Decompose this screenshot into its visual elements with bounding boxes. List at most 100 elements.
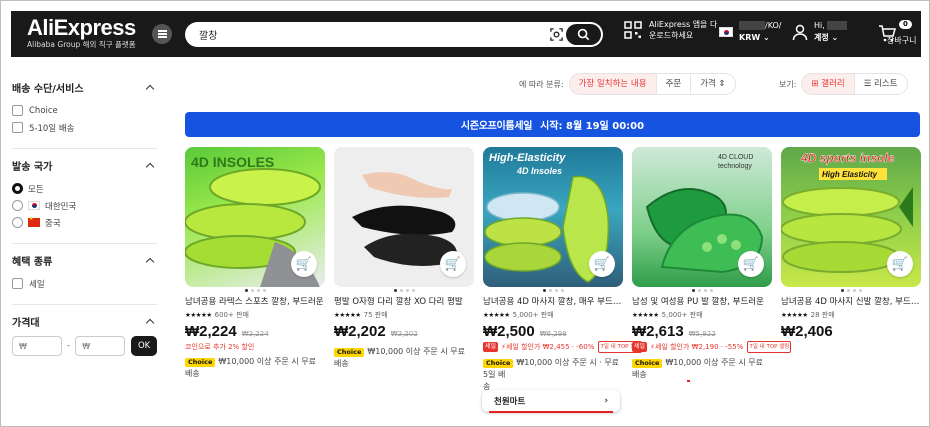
star-rating-icon: ★★★★★ <box>632 311 659 319</box>
product-title[interactable]: 남녀공용 4D 마사지 신발 깔창, 부드러운 <box>781 297 921 308</box>
filter-option-korea[interactable]: 대한민국 <box>12 197 157 214</box>
view-gallery-button[interactable]: ⊞ 갤러리 <box>802 74 855 94</box>
product-card[interactable]: 4D CLOUD technology 🛒 남성 및 여성용 PU 발 깔창, … <box>632 147 792 381</box>
product-image[interactable]: High-Elasticity 4D Insoles 🛒 <box>483 147 623 287</box>
filter-sidebar: 배송 수단/서비스 Choice 5-10일 배송 발송 국가 모든 대한민국 … <box>12 71 157 368</box>
filter-title: 배송 수단/서비스 <box>12 84 84 95</box>
product-card[interactable]: 4D INSOLES 🛒 남녀공용 라텍스 스포츠 깔창, 부드러운 ★★★★★… <box>185 147 325 380</box>
filter-benefit-header[interactable]: 혜택 종류 <box>12 253 157 268</box>
product-image[interactable]: 🛒 <box>334 147 474 287</box>
banner-start-text: 시작: 8월 19일 00:00 <box>540 121 645 132</box>
product-image[interactable]: 4D INSOLES 🛒 <box>185 147 325 287</box>
view-toggle: 보기: ⊞ 갤러리 ☰ 리스트 <box>779 73 908 95</box>
search-input[interactable] <box>199 25 529 44</box>
radio[interactable] <box>12 217 23 228</box>
product-image-label: High-Elasticity <box>489 152 566 164</box>
sale-deal: 세일 ⚡ 세일 할인가 ₩2,190 · -55% 7일 내 TOP 셀링 <box>632 341 792 353</box>
product-title[interactable]: 평발 O자형 다리 깔창 XO 다리 평발 <box>334 297 474 308</box>
product-card[interactable]: 4D sports insole High Elasticity 🛒 남녀공용 … <box>781 147 921 340</box>
add-to-cart-button[interactable]: 🛒 <box>440 251 466 277</box>
camera-search-icon[interactable] <box>549 27 564 42</box>
app-download-promo[interactable]: AliExpress 앱을 다운로드하세요 <box>624 19 721 41</box>
sort-best-match[interactable]: 가장 일치하는 내용 <box>569 74 657 94</box>
star-rating-icon: ★★★★★ <box>185 311 212 319</box>
list-icon: ☰ <box>863 79 872 89</box>
filter-shipping: 배송 수단/서비스 Choice 5-10일 배송 <box>12 71 157 149</box>
max-price-input[interactable] <box>75 336 126 356</box>
chevron-up-icon <box>145 257 155 267</box>
add-to-cart-button[interactable]: 🛒 <box>589 251 615 277</box>
search-bar <box>185 22 603 47</box>
search-button[interactable] <box>566 24 601 45</box>
product-image-label: 4D CLOUD <box>718 154 753 161</box>
shipping-info: Choice ₩10,000 이상 주문 시 무료 배송 <box>632 357 772 381</box>
checkbox[interactable] <box>12 105 23 116</box>
view-options: ⊞ 갤러리 ☰ 리스트 <box>801 73 908 95</box>
min-price-input[interactable] <box>12 336 62 356</box>
sort-price[interactable]: 가격 ⇕ <box>691 74 734 94</box>
radio[interactable] <box>12 200 23 211</box>
korea-flag-icon <box>719 27 733 37</box>
grid-icon: ⊞ <box>811 79 819 89</box>
image-pager <box>483 289 623 295</box>
sort-label: 에 따라 분류: <box>519 79 564 89</box>
chevron-up-icon <box>145 84 155 94</box>
sold-count: 28 판매 <box>810 311 835 319</box>
apply-price-button[interactable]: OK <box>131 336 157 356</box>
checkbox[interactable] <box>12 278 23 289</box>
deal-text: 세일 할인가 ₩2,455 · -60% <box>505 343 595 351</box>
add-cart-icon: 🛒 <box>444 256 462 272</box>
choice-badge: Choice <box>334 348 365 357</box>
filter-option-china[interactable]: 중국 <box>12 214 157 231</box>
filter-price-header[interactable]: 가격대 <box>12 314 157 329</box>
search-icon <box>577 28 590 41</box>
view-list-button[interactable]: ☰ 리스트 <box>855 74 907 94</box>
hamburger-icon <box>157 33 167 35</box>
shipping-text-2: 배송 <box>185 369 200 378</box>
product-image[interactable]: 4D CLOUD technology 🛒 <box>632 147 772 287</box>
original-price: ₩2,224 <box>241 330 269 338</box>
filter-origin-header[interactable]: 발송 국가 <box>12 158 157 173</box>
add-to-cart-button[interactable]: 🛒 <box>887 251 913 277</box>
chevron-right-icon: › <box>604 396 608 406</box>
product-title[interactable]: 남녀공용 4D 마사지 깔창, 매우 부드러운 <box>483 297 623 308</box>
product-card[interactable]: High-Elasticity 4D Insoles 🛒 남녀공용 4D 마사지… <box>483 147 643 393</box>
checkbox[interactable] <box>12 122 23 133</box>
filter-benefit: 혜택 종류 세일 <box>12 244 157 305</box>
filter-option-sale[interactable]: 세일 <box>12 275 157 292</box>
product-title[interactable]: 남녀공용 라텍스 스포츠 깔창, 부드러운 <box>185 297 325 308</box>
add-cart-icon: 🛒 <box>593 256 611 272</box>
sale-banner[interactable]: 시즌오프이름세일 시작: 8월 19일 00:00 <box>185 112 920 137</box>
korea-flag-icon <box>28 201 40 210</box>
view-label: 보기: <box>779 79 797 89</box>
filter-shipping-header[interactable]: 배송 수단/서비스 <box>12 80 157 95</box>
product-rating: ★★★★★ 600+ 판매 <box>185 310 325 320</box>
product-card[interactable]: 🛒 평발 O자형 다리 깔창 XO 다리 평발 ★★★★★ 75 판매 ₩2,20… <box>334 147 474 370</box>
add-to-cart-button[interactable]: 🛒 <box>738 251 764 277</box>
qr-code-icon <box>624 21 642 39</box>
store-link-popup[interactable]: 천원마트 › <box>482 390 620 412</box>
product-image[interactable]: 4D sports insole High Elasticity 🛒 <box>781 147 921 287</box>
filter-option-5-10-days[interactable]: 5-10일 배송 <box>12 119 157 136</box>
product-image-label: 4D INSOLES <box>191 154 274 170</box>
option-label: 중국 <box>45 218 61 229</box>
option-label: 세일 <box>29 279 45 290</box>
product-title[interactable]: 남성 및 여성용 PU 발 깔창, 부드러운 <box>632 297 772 308</box>
sort-orders[interactable]: 주문 <box>657 74 692 94</box>
image-pager <box>781 289 921 295</box>
app-promo-text: AliExpress 앱을 다운로드하세요 <box>649 20 718 40</box>
filter-option-all[interactable]: 모든 <box>12 180 157 197</box>
cart-count-badge: 0 <box>899 20 912 29</box>
add-to-cart-button[interactable]: 🛒 <box>291 251 317 277</box>
original-price: ₩2,202 <box>390 330 418 338</box>
filter-option-choice[interactable]: Choice <box>12 102 157 119</box>
original-price: ₩6,298 <box>539 330 567 338</box>
account-menu[interactable]: Hi, 계정 ⌄ <box>792 20 848 44</box>
category-menu-button[interactable] <box>152 24 172 44</box>
cart-button[interactable]: 0 장바구니 <box>866 18 921 52</box>
aliexpress-logo[interactable]: AliExpress Alibaba Group 해외 직구 플랫폼 <box>27 16 136 50</box>
sort-options: 가장 일치하는 내용 주문 가격 ⇕ <box>568 73 736 95</box>
radio-selected[interactable] <box>12 183 23 194</box>
language-currency-selector[interactable]: /KO/ KRW ⌄ <box>719 20 782 44</box>
chevron-down-icon: ⌄ <box>831 33 839 42</box>
